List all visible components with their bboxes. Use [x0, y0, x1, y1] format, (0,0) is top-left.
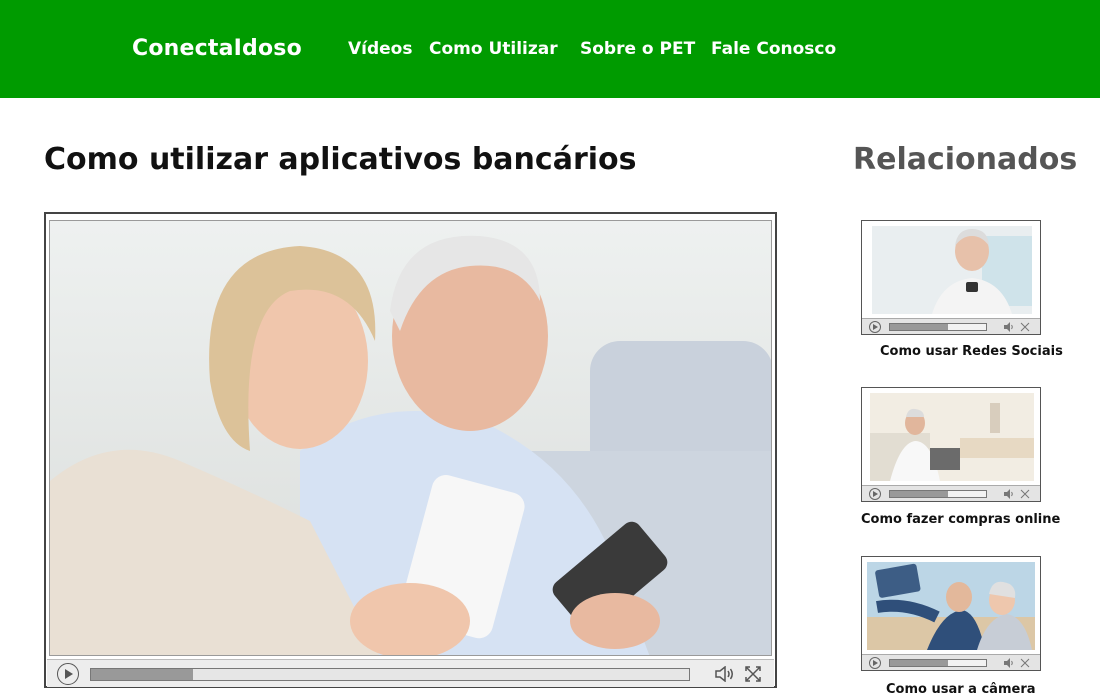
play-icon[interactable]: [869, 488, 881, 500]
thumb-image: [872, 226, 1032, 314]
video-player[interactable]: [44, 212, 777, 688]
player-controls: [47, 659, 774, 687]
top-navbar: ConectaIdoso Vídeos Como Utilizar Sobre …: [0, 0, 1100, 98]
related-title: Relacionados: [853, 142, 1078, 177]
progress-bar[interactable]: [889, 323, 987, 331]
progress-fill: [890, 324, 948, 330]
related-video-2[interactable]: [861, 387, 1041, 502]
nav-fale-conosco[interactable]: Fale Conosco: [711, 39, 836, 59]
thumb-controls: [862, 485, 1040, 501]
nav-sobre-o-pet[interactable]: Sobre o PET: [580, 39, 695, 59]
related-video-1[interactable]: [861, 220, 1041, 335]
thumb-controls: [862, 654, 1040, 670]
related-caption-2[interactable]: Como fazer compras online: [861, 512, 1060, 527]
brand-logo[interactable]: ConectaIdoso: [132, 36, 302, 61]
thumb-image: [870, 393, 1034, 481]
volume-icon[interactable]: [1004, 322, 1014, 332]
volume-icon[interactable]: [1004, 489, 1014, 499]
thumb-controls: [862, 318, 1040, 334]
nav-como-utilizar[interactable]: Como Utilizar: [429, 39, 558, 59]
fullscreen-icon[interactable]: [1020, 322, 1030, 332]
volume-icon[interactable]: [715, 666, 735, 682]
progress-bar[interactable]: [889, 659, 987, 667]
video-still-image: [50, 221, 771, 655]
volume-icon[interactable]: [1004, 658, 1014, 668]
progress-bar[interactable]: [90, 668, 690, 681]
play-icon[interactable]: [869, 657, 881, 669]
related-caption-3[interactable]: Como usar a câmera: [886, 682, 1036, 697]
related-caption-1[interactable]: Como usar Redes Sociais: [880, 344, 1063, 359]
play-icon[interactable]: [57, 663, 79, 685]
progress-fill: [890, 491, 948, 497]
nav-videos[interactable]: Vídeos: [348, 39, 412, 59]
page-title: Como utilizar aplicativos bancários: [44, 142, 637, 177]
play-icon[interactable]: [869, 321, 881, 333]
progress-bar[interactable]: [889, 490, 987, 498]
progress-fill: [91, 669, 193, 680]
progress-fill: [890, 660, 948, 666]
fullscreen-icon[interactable]: [1020, 489, 1030, 499]
fullscreen-icon[interactable]: [744, 665, 762, 683]
related-video-3[interactable]: [861, 556, 1041, 671]
fullscreen-icon[interactable]: [1020, 658, 1030, 668]
video-frame[interactable]: [49, 220, 772, 656]
thumb-image: [867, 562, 1035, 650]
